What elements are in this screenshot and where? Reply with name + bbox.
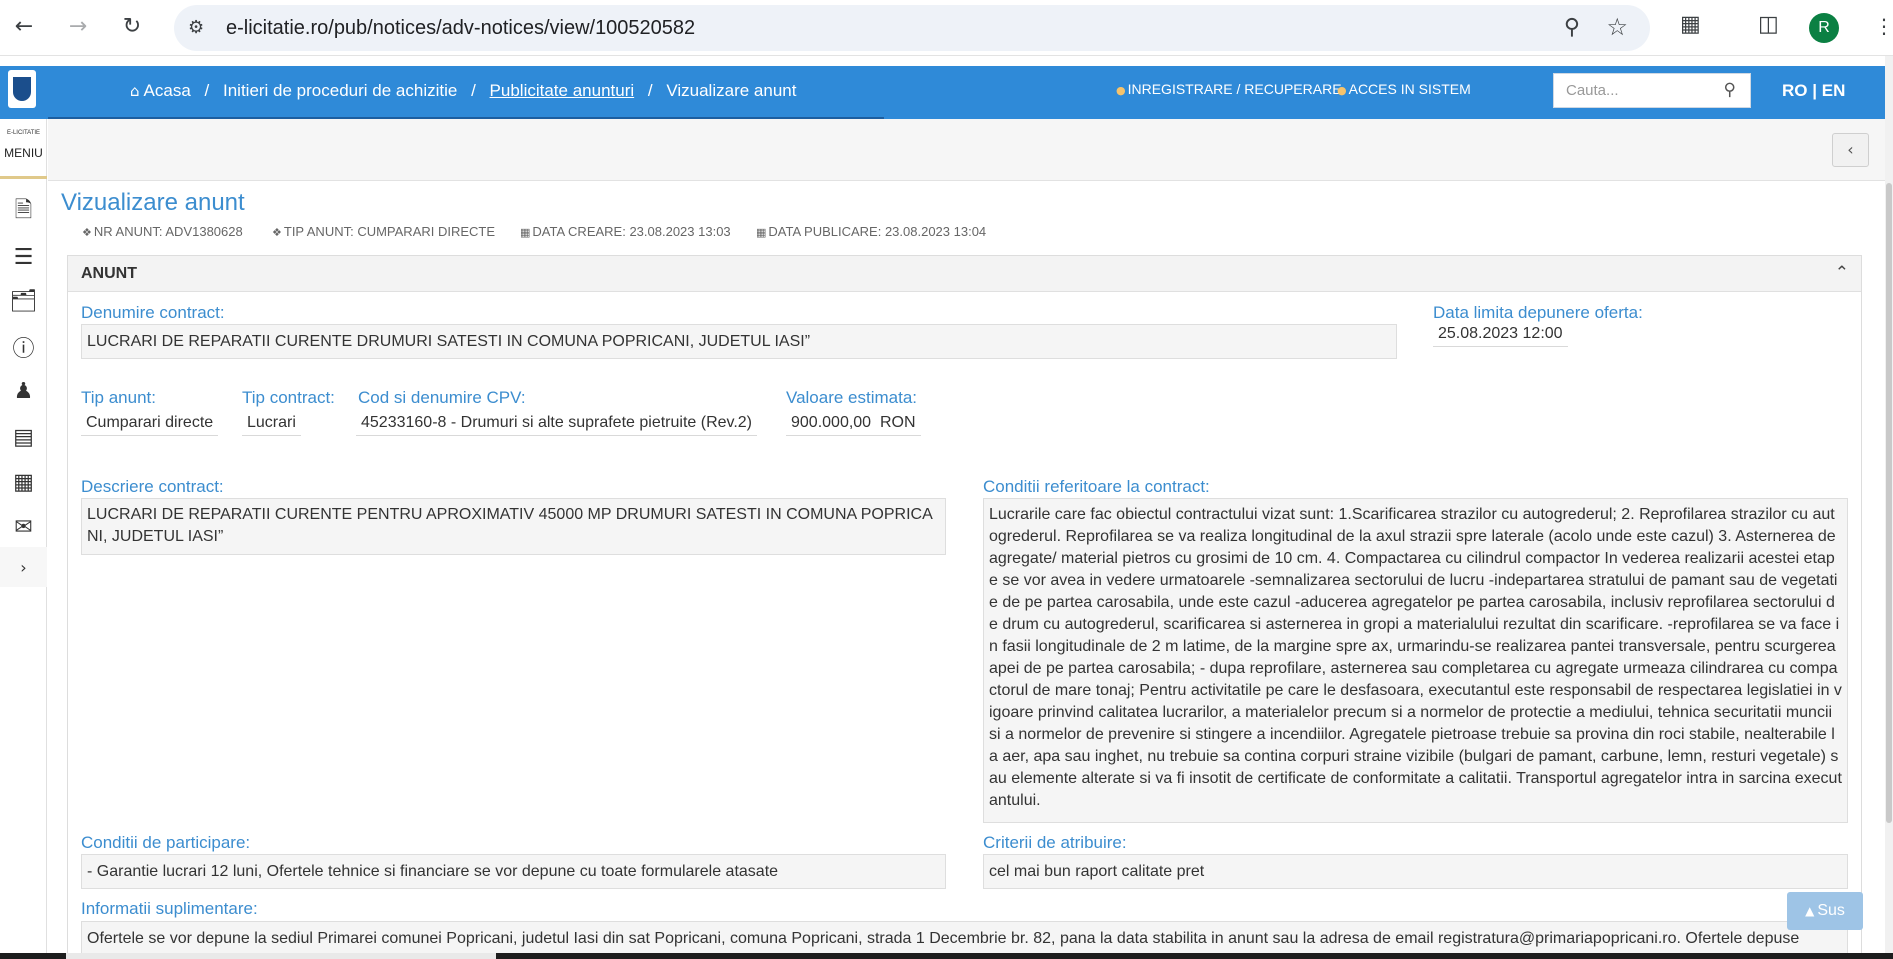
denumire-contract-label: Denumire contract: — [81, 303, 225, 322]
contact-card-icon[interactable]: ▤ — [0, 415, 47, 459]
breadcrumb-home[interactable]: ⌂ Acasa — [130, 81, 191, 101]
archive-icon[interactable]: ▦ — [0, 460, 47, 504]
conditii-contract-value: Lucrarile care fac obiectul contractului… — [983, 498, 1848, 823]
back-arrow-icon[interactable]: ← — [10, 12, 38, 40]
criterii-atribuire-value: cel mai bun raport calitate pret — [983, 854, 1848, 889]
tip-contract-label: Tip contract: — [242, 388, 335, 407]
chevron-up-icon[interactable]: ⌃ — [1835, 263, 1849, 283]
informatii-suplimentare-value: Ofertele se vor depune la sediul Primare… — [81, 921, 1848, 953]
browser-menu-icon[interactable]: ⋮ — [1874, 14, 1893, 38]
meta-data-publicare: ▦ DATA PUBLICARE: 23.08.2023 13:04 — [756, 224, 987, 239]
meta-nr-anunt: ❖ NR ANUNT: ADV1380628 — [82, 224, 243, 239]
url-text[interactable]: e-licitatie.ro/pub/notices/adv-notices/v… — [226, 17, 695, 40]
valoare-value: 900.000,00 RON — [786, 412, 921, 436]
conditii-participare-label: Conditii de participare: — [81, 833, 251, 852]
data-limita-value: 25.08.2023 12:00 — [1433, 323, 1568, 347]
sidebar-menu-toggle[interactable]: E-LICITATIE MENIU — [0, 119, 47, 179]
descriere-contract-label: Descriere contract: — [81, 477, 224, 496]
sidebar-menu-label: MENIU — [4, 146, 43, 160]
conditii-participare-value: - Garantie lucrari 12 luni, Ofertele teh… — [81, 854, 946, 889]
informatii-suplimentare-label: Informatii suplimentare: — [81, 899, 258, 918]
reload-icon[interactable]: ↻ — [118, 12, 146, 40]
scrollbar-thumb[interactable] — [1886, 183, 1892, 823]
breadcrumb: ⌂ Acasa / Initieri de proceduri de achizi… — [130, 81, 796, 101]
data-limita-label: Data limita depunere oferta: — [1433, 303, 1643, 322]
panel-title: ANUNT — [81, 265, 137, 282]
sidebar-brand: E-LICITATIE — [6, 130, 41, 136]
collapse-panel-icon[interactable]: ‹ — [1832, 133, 1869, 167]
scroll-top-button[interactable]: ▲ Sus — [1787, 892, 1863, 930]
breadcrumb-item-current: Vizualizare anunt — [666, 81, 797, 100]
language-switcher: RO | EN — [1782, 81, 1845, 101]
breadcrumb-item-initieri[interactable]: Initieri de proceduri de achizitie — [223, 81, 457, 101]
calendar-icon: ▦ — [756, 226, 767, 239]
taskbar-strip — [0, 953, 1893, 959]
tags-icon: ❖ — [272, 226, 282, 239]
meta-tip-anunt: ❖ TIP ANUNT: CUMPARARI DIRECTE — [272, 224, 496, 239]
expand-sidebar-icon[interactable]: › — [0, 547, 47, 587]
descriere-contract-value: LUCRARI DE REPARATII CURENTE PENTRU APRO… — [81, 498, 946, 555]
breadcrumb-separator: / — [471, 81, 476, 100]
register-link[interactable]: ● INREGISTRARE / RECUPERARE — [1116, 81, 1342, 97]
zoom-icon[interactable]: ⚲ — [1564, 15, 1580, 40]
breadcrumb-separator: / — [204, 81, 210, 100]
site-header: ⌂ Acasa / Initieri de proceduri de achizi… — [0, 66, 1885, 119]
list-arrow-icon[interactable]: ☰ — [0, 235, 47, 279]
login-link[interactable]: ● ACCES IN SISTEM — [1337, 81, 1471, 97]
criterii-atribuire-label: Criterii de atribuire: — [983, 833, 1127, 852]
taskbar-segment — [66, 953, 496, 959]
forward-arrow-icon[interactable]: → — [64, 12, 92, 40]
left-sidebar: E-LICITATIE MENIU 🗎 ☰ 🗂 ⓘ ♟ ▤ ▦ ✉ › — [0, 119, 47, 959]
browser-toolbar: ← → ↻ ⚙ e-licitatie.ro/pub/notices/adv-n… — [0, 0, 1893, 56]
caret-up-icon: ▲ — [1805, 904, 1815, 918]
bookmark-star-icon[interactable]: ☆ — [1606, 13, 1628, 41]
toolbar-band — [48, 119, 1885, 181]
calendar-icon: ▦ — [520, 226, 531, 239]
lock-icon: ● — [1337, 84, 1347, 97]
chat-icon[interactable]: ✉ — [0, 505, 47, 549]
tip-anunt-value: Cumparari directe — [81, 412, 219, 436]
lang-en-link[interactable]: EN — [1822, 81, 1846, 100]
denumire-contract-value: LUCRARI DE REPARATII CURENTE DRUMURI SAT… — [81, 324, 1397, 359]
search-box: ⚲ — [1553, 73, 1751, 108]
panel-header[interactable]: ANUNT ⌃ — [68, 256, 1861, 292]
home-icon: ⌂ — [130, 82, 140, 100]
lang-ro-link[interactable]: RO — [1782, 81, 1808, 100]
tip-anunt-label: Tip anunt: — [81, 388, 156, 407]
valoare-label: Valoare estimata: — [786, 388, 918, 407]
breadcrumb-separator: / — [647, 81, 653, 100]
shield-logo-icon — [13, 77, 31, 101]
meta-data-creare: ▦ DATA CREARE: 23.08.2023 13:03 — [520, 224, 731, 239]
user-icon: ● — [1116, 84, 1126, 97]
folder-check-icon[interactable]: 🗂 — [0, 279, 47, 323]
search-icon[interactable]: ⚲ — [1724, 80, 1736, 100]
document-icon[interactable]: 🗎 — [0, 190, 47, 234]
site-logo[interactable] — [8, 70, 36, 108]
lang-separator: | — [1812, 81, 1817, 100]
side-panel-icon[interactable]: ◫ — [1758, 12, 1779, 37]
profile-avatar[interactable]: R — [1809, 13, 1839, 43]
address-bar[interactable]: ⚙ e-licitatie.ro/pub/notices/adv-notices… — [174, 5, 1650, 51]
tag-icon: ❖ — [82, 226, 92, 239]
page-title: Vizualizare anunt — [61, 189, 245, 216]
search-input[interactable] — [1554, 74, 1714, 107]
cpv-value: 45233160-8 - Drumuri si alte suprafete p… — [356, 412, 757, 436]
conditii-contract-label: Conditii referitoare la contract: — [983, 477, 1210, 496]
tip-contract-value: Lucrari — [242, 412, 301, 436]
site-info-icon[interactable]: ⚙ — [188, 17, 210, 39]
cpv-label: Cod si denumire CPV: — [358, 388, 526, 407]
extensions-icon[interactable]: ▦ — [1680, 12, 1701, 37]
help-icon[interactable]: ⓘ — [0, 325, 47, 369]
breadcrumb-item-publicitate[interactable]: Publicitate anunturi — [490, 81, 635, 101]
user-settings-icon[interactable]: ♟ — [0, 369, 47, 413]
